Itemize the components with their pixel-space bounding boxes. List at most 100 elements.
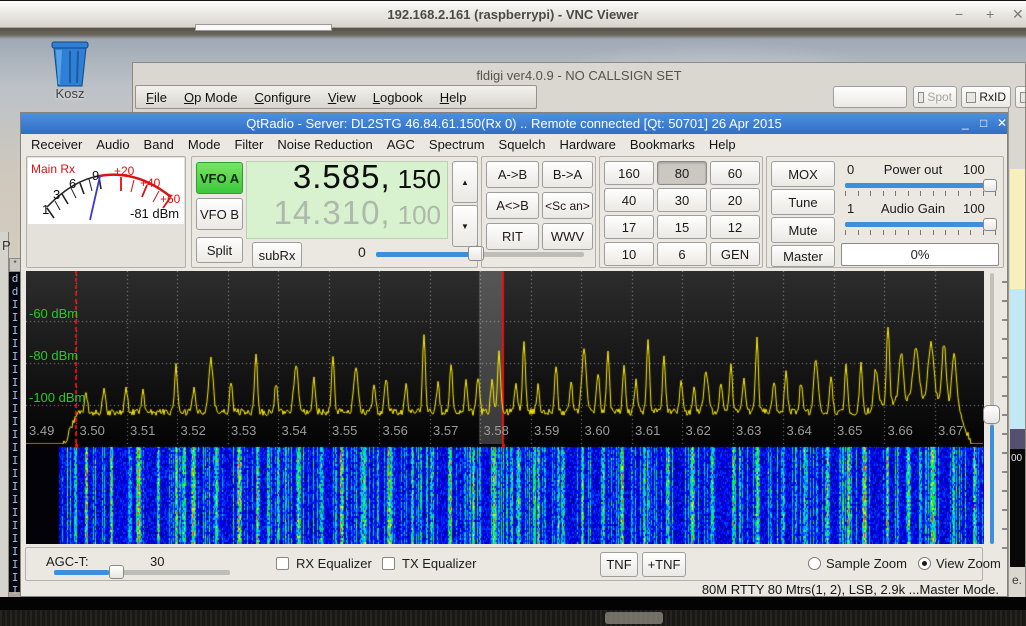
menu-help[interactable]: Help — [709, 137, 736, 152]
vnc-minimize-icon[interactable]: − — [955, 6, 963, 22]
pan-tick — [1002, 433, 1007, 435]
band-6-button[interactable]: 6 — [657, 242, 707, 266]
master-button[interactable]: Master — [771, 245, 835, 267]
tnf-button[interactable]: TNF — [600, 552, 638, 577]
band-80-button[interactable]: 80 — [657, 161, 707, 185]
frequency-alt-row: 14.310, 100 — [274, 194, 442, 232]
a-swap-b-button[interactable]: A<>B — [486, 192, 539, 219]
band-10-button[interactable]: 10 — [604, 242, 654, 266]
band-40-button[interactable]: 40 — [604, 188, 654, 212]
vnc-close-icon[interactable]: ✕ — [1012, 6, 1024, 23]
mox-button[interactable]: MOX — [771, 161, 835, 187]
fldigi-txid-toggle[interactable]: T — [1015, 86, 1026, 108]
pan-slider-fill — [990, 425, 994, 544]
plus-tnf-button[interactable]: +TNF — [642, 552, 686, 577]
fldigi-rxid-toggle[interactable]: RxID — [961, 86, 1011, 108]
slider-tick — [933, 191, 934, 196]
menu-hardware[interactable]: Hardware — [560, 137, 616, 152]
fldigi-menu-opmode[interactable]: Op Mode — [184, 90, 238, 105]
vnc-window-title: 192.168.2.161 (raspberrypi) - VNC Viewer — [0, 7, 1026, 22]
menu-receiver[interactable]: Receiver — [31, 137, 82, 152]
menu-band[interactable]: Band — [144, 137, 174, 152]
slider-tick — [995, 191, 996, 196]
sample-zoom-label: Sample Zoom — [826, 556, 907, 571]
slider-tick — [870, 230, 871, 235]
view-zoom-label: View Zoom — [936, 556, 1001, 571]
fldigi-status-fragment: e. — [1012, 573, 1022, 587]
fldigi-menubar: File Op Mode Configure View Logbook Help — [135, 85, 537, 109]
fldigi-menu-view[interactable]: View — [328, 90, 356, 105]
view-zoom-radio[interactable] — [918, 557, 931, 570]
slider-tick — [995, 230, 996, 235]
waterfall-display[interactable] — [26, 444, 984, 544]
txid-checkbox-icon — [1020, 92, 1026, 103]
menu-mode[interactable]: Mode — [188, 137, 221, 152]
pan-tick — [1002, 376, 1007, 378]
pan-slider-knob[interactable] — [983, 405, 1000, 424]
fldigi-menu-configure[interactable]: Configure — [254, 90, 310, 105]
vfo-b-button[interactable]: VFO B — [196, 198, 243, 230]
tune-button[interactable]: Tune — [771, 189, 835, 215]
menu-audio[interactable]: Audio — [96, 137, 129, 152]
band-12-button[interactable]: 12 — [710, 215, 760, 239]
band-15-button[interactable]: 15 — [657, 215, 707, 239]
power-max-label: 100 — [963, 162, 985, 177]
vfo-a-button[interactable]: VFO A — [196, 162, 243, 194]
gain-slider-fill — [845, 222, 989, 227]
rit-button[interactable]: RIT — [486, 223, 539, 250]
vnc-maximize-icon[interactable]: + — [986, 6, 994, 22]
split-button[interactable]: Split — [196, 237, 243, 263]
taskbar-item[interactable] — [605, 612, 663, 624]
qtradio-close-icon[interactable]: ✕ — [997, 116, 1007, 130]
menu-filter[interactable]: Filter — [234, 137, 263, 152]
menu-spectrum[interactable]: Spectrum — [429, 137, 485, 152]
agc-t-slider-knob[interactable] — [109, 565, 124, 579]
waterfall-canvas[interactable] — [26, 444, 984, 544]
slider-tick — [920, 230, 921, 235]
band-30-button[interactable]: 30 — [657, 188, 707, 212]
a-to-b-button[interactable]: A->B — [486, 161, 539, 188]
scan-button[interactable]: <Sc an> — [542, 192, 593, 219]
frequency-spin-up-icon[interactable]: ▲ — [452, 161, 478, 203]
gain-min-label: 1 — [847, 201, 854, 216]
slider-tick — [845, 191, 846, 196]
band-17-button[interactable]: 17 — [604, 215, 654, 239]
fldigi-blank-button[interactable] — [833, 86, 907, 108]
subrx-button[interactable]: subRx — [252, 242, 302, 268]
menu-bookmarks[interactable]: Bookmarks — [630, 137, 695, 152]
fldigi-pane-divider — [1008, 107, 1009, 600]
menu-agc[interactable]: AGC — [387, 137, 415, 152]
fldigi-menu-help[interactable]: Help — [440, 90, 467, 105]
qtradio-window-title: QtRadio - Server: DL2STG 46.84.61.150(Rx… — [21, 116, 1007, 131]
qtradio-maximize-icon[interactable]: □ — [980, 116, 987, 130]
spectrum-canvas[interactable] — [26, 271, 984, 444]
qtradio-minimize-icon[interactable]: _ — [962, 116, 969, 130]
fldigi-menu-file[interactable]: File — [146, 90, 167, 105]
sample-zoom-radio[interactable] — [808, 557, 821, 570]
rx-equalizer-checkbox[interactable] — [276, 557, 289, 570]
frequency-display[interactable]: 3.585, 150 14.310, 100 — [246, 161, 448, 239]
band-20-button[interactable]: 20 — [710, 188, 760, 212]
slider-tick — [958, 191, 959, 196]
mute-button[interactable]: Mute — [771, 217, 835, 243]
taskbar[interactable] — [0, 610, 1026, 626]
band-60-button[interactable]: 60 — [710, 161, 760, 185]
trash-icon[interactable] — [40, 36, 100, 88]
band-160-button[interactable]: 160 — [604, 161, 654, 185]
b-to-a-button[interactable]: B->A — [542, 161, 593, 188]
fldigi-tx-pane-sliver — [1010, 289, 1026, 429]
menu-noise-reduction[interactable]: Noise Reduction — [277, 137, 372, 152]
menu-squelch[interactable]: Squelch — [499, 137, 546, 152]
qtradio-titlebar[interactable]: QtRadio - Server: DL2STG 46.84.61.150(Rx… — [21, 113, 1007, 134]
spectrum-display[interactable]: -60 dBm-80 dBm-100 dBm 3.493.503.513.523… — [26, 271, 984, 444]
fldigi-spot-toggle[interactable]: Spot — [913, 86, 957, 108]
tx-equalizer-checkbox[interactable] — [382, 557, 395, 570]
wwv-button[interactable]: WWV — [542, 223, 593, 250]
tune-slider-fill — [376, 252, 475, 257]
pan-tick — [1002, 414, 1007, 416]
frequency-spin-down-icon[interactable]: ▼ — [452, 205, 478, 247]
background-window-sliver — [195, 24, 332, 31]
frequency-main: 3.585, — [293, 158, 391, 196]
band-gen-button[interactable]: GEN — [710, 242, 760, 266]
fldigi-menu-logbook[interactable]: Logbook — [373, 90, 423, 105]
